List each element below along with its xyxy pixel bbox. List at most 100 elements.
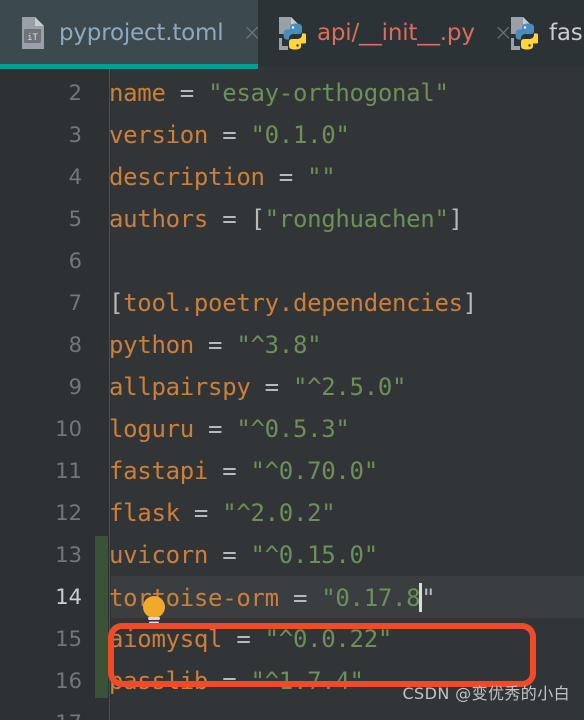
tab-pyproject-toml[interactable]: iT pyproject.toml × <box>0 0 262 66</box>
code-text: version = "0.1.0" <box>96 121 350 149</box>
code-token: = <box>278 583 322 612</box>
code-line[interactable]: 8 python = "^3.8" <box>0 324 584 366</box>
code-text: uvicorn = "^0.15.0" <box>96 541 378 569</box>
code-token: = <box>208 541 251 569</box>
code-token: flask <box>109 499 180 527</box>
code-line[interactable]: 17 <box>0 702 584 720</box>
code-token: ] <box>448 205 463 233</box>
line-number: 16 <box>55 669 82 693</box>
python-file-icon-svg <box>279 17 306 50</box>
code-token: "^1.7.4" <box>250 667 365 695</box>
code-token: = <box>250 373 293 401</box>
code-text: passlib = "^1.7.4" <box>96 667 364 695</box>
line-number: 4 <box>68 165 82 189</box>
code-line[interactable]: 13 uvicorn = "^0.15.0" <box>0 534 584 576</box>
code-token: = <box>193 415 237 443</box>
code-text: python = "^3.8" <box>96 331 322 359</box>
watermark-text: CSDN @变优秀的小白 <box>402 684 570 703</box>
code-token: tortoise-orm <box>109 583 279 612</box>
line-number: 3 <box>68 123 82 147</box>
code-token: "esay-orthogonal" <box>208 79 449 107</box>
code-line[interactable]: 12 flask = "^2.0.2" <box>0 492 584 534</box>
code-token: = [ <box>208 205 265 233</box>
tab-fastapi-truncated[interactable]: fas <box>490 0 584 66</box>
code-token: uvicorn <box>109 541 209 569</box>
code-token: description <box>109 163 265 191</box>
active-tab-underline <box>0 64 258 69</box>
tab-label: pyproject.toml <box>59 20 224 46</box>
code-line[interactable]: 11 fastapi = "^0.70.0" <box>0 450 584 492</box>
code-token: "^0.0.22" <box>264 625 393 653</box>
code-token: allpairspy <box>109 373 251 401</box>
line-number: 5 <box>68 207 82 231</box>
python-file-icon <box>276 16 306 50</box>
code-text: fastapi = "^0.70.0" <box>96 457 378 485</box>
tab-label: api/__init__.py <box>317 20 475 46</box>
code-line[interactable]: 3 version = "0.1.0" <box>0 114 584 156</box>
code-token: [ <box>109 289 124 317</box>
line-number: 12 <box>55 501 82 525</box>
code-token: = <box>193 331 237 359</box>
code-line[interactable]: 2 name = "esay-orthogonal" <box>0 72 584 114</box>
python-file-icon-svg <box>511 17 538 50</box>
code-token: = <box>208 667 251 695</box>
code-token: "^0.5.3" <box>236 415 350 443</box>
code-token: version <box>109 121 209 149</box>
code-token: = <box>179 499 223 527</box>
code-token: "^0.70.0" <box>250 457 379 485</box>
code-token: "0.1.0" <box>250 121 350 149</box>
code-token: "0.17.8 <box>321 583 421 612</box>
code-line[interactable]: 15 aiomysql = "^0.0.22" <box>0 618 584 660</box>
line-number: 6 <box>68 249 82 273</box>
code-token: "ronghuachen" <box>264 205 449 233</box>
code-line[interactable]: 7 [tool.poetry.dependencies] <box>0 282 584 324</box>
code-editor[interactable]: 2 name = "esay-orthogonal" 3 version = "0.1… <box>0 66 584 720</box>
code-token: python <box>109 331 194 359</box>
toml-file-icon-svg: iT <box>22 17 44 49</box>
line-number: 11 <box>55 459 82 483</box>
toml-file-icon: iT <box>18 16 48 50</box>
code-token: "^2.0.2" <box>222 499 336 527</box>
line-number: 14 <box>55 585 82 609</box>
code-token: = <box>264 163 308 191</box>
code-token: tool.poetry.dependencies <box>123 289 463 317</box>
editor-tab-bar: iT pyproject.toml × api/__init__.py × fa… <box>0 0 584 66</box>
code-token: "^2.5.0" <box>292 373 407 401</box>
code-text: [tool.poetry.dependencies] <box>96 289 477 317</box>
code-token: passlib <box>109 667 209 695</box>
line-number: 13 <box>55 543 82 567</box>
code-text: name = "esay-orthogonal" <box>96 79 449 107</box>
line-number: 17 <box>0 711 96 720</box>
code-token: = <box>165 79 209 107</box>
code-token: = <box>208 457 251 485</box>
code-token: " <box>421 583 436 612</box>
code-token: "^0.15.0" <box>250 541 379 569</box>
line-number: 7 <box>68 291 82 315</box>
ide-window: iT pyproject.toml × api/__init__.py × fa… <box>0 0 584 720</box>
tab-api-init-py[interactable]: api/__init__.py × <box>258 0 513 66</box>
code-line[interactable]: 14 tortoise-orm = "0.17.8" <box>0 576 584 618</box>
lightbulb-icon-svg <box>143 596 165 629</box>
code-token: ] <box>462 289 477 317</box>
code-line[interactable]: 9 allpairspy = "^2.5.0" <box>0 366 584 408</box>
tab-label: fas <box>549 20 583 46</box>
python-file-icon <box>508 16 538 50</box>
code-text: authors = ["ronghuachen"] <box>96 205 463 233</box>
code-token: fastapi <box>109 457 209 485</box>
line-number: 10 <box>55 417 82 441</box>
code-token: "" <box>307 163 336 191</box>
code-token: loguru <box>109 415 194 443</box>
line-number: 9 <box>68 375 82 399</box>
code-line[interactable]: 4 description = "" <box>0 156 584 198</box>
code-token: = <box>208 121 251 149</box>
code-token: = <box>222 625 265 653</box>
line-number: 15 <box>55 627 82 651</box>
code-line[interactable]: 6 <box>0 240 584 282</box>
code-text: loguru = "^0.5.3" <box>96 415 350 443</box>
code-token: authors <box>109 205 209 233</box>
lightbulb-icon[interactable] <box>139 594 169 630</box>
code-token: name <box>109 79 166 107</box>
code-line[interactable]: 10 loguru = "^0.5.3" <box>0 408 584 450</box>
code-line[interactable]: 5 authors = ["ronghuachen"] <box>0 198 584 240</box>
code-text: flask = "^2.0.2" <box>96 499 336 527</box>
